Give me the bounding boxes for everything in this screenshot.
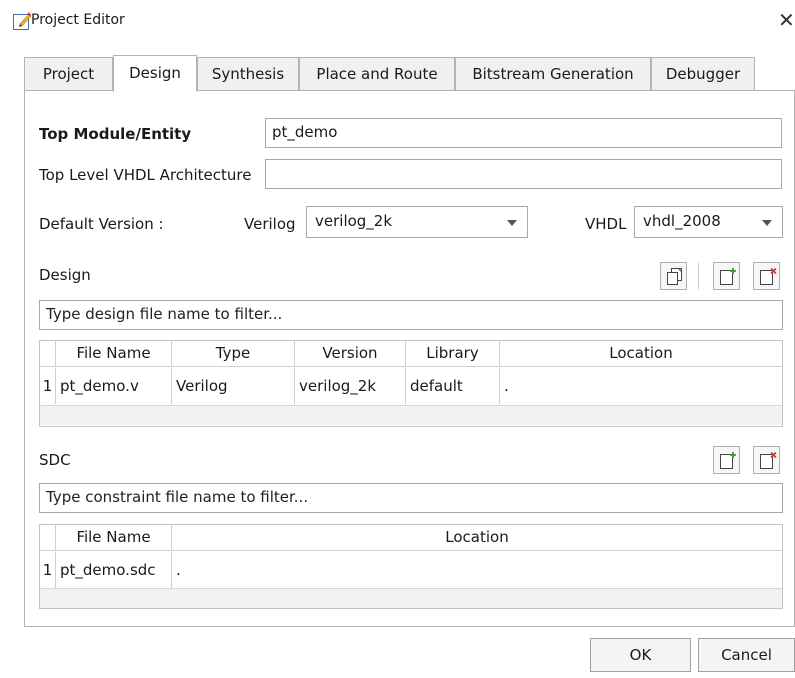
vhdl-architecture-input[interactable] [265, 159, 782, 189]
close-icon[interactable]: ✕ [778, 8, 795, 32]
title-bar: Project Editor ✕ [0, 0, 795, 42]
design-file-table: File Name Type Version Library Location … [39, 340, 783, 427]
horizontal-scrollbar[interactable] [40, 588, 782, 608]
table-header: File Name Location [40, 525, 782, 551]
row-number-header [40, 341, 56, 367]
row-number-header [40, 525, 56, 551]
project-editor-app-icon [12, 11, 32, 31]
chevron-down-icon [507, 220, 517, 226]
library-cell[interactable]: default [406, 368, 500, 404]
column-header[interactable]: Library [406, 341, 500, 367]
design-section-label: Design [39, 266, 91, 284]
column-header[interactable]: Location [500, 341, 782, 367]
version-cell[interactable]: verilog_2k [295, 368, 406, 404]
vhdl-label: VHDL [585, 215, 627, 233]
tab-place-and-route[interactable]: Place and Route [299, 57, 455, 91]
vhdl-architecture-label: Top Level VHDL Architecture [39, 166, 252, 184]
tab-project[interactable]: Project [24, 57, 113, 91]
table-row[interactable]: 1 pt_demo.sdc . [40, 552, 782, 588]
add-sdc-file-button[interactable] [713, 446, 740, 474]
verilog-label: Verilog [244, 215, 296, 233]
column-header[interactable]: Type [172, 341, 295, 367]
table-row[interactable]: 1 pt_demo.v Verilog verilog_2k default . [40, 368, 782, 404]
column-header[interactable]: Version [295, 341, 406, 367]
design-filter-input[interactable]: Type design file name to filter... [39, 300, 783, 330]
file-name-cell[interactable]: pt_demo.v [56, 368, 172, 404]
location-cell[interactable]: . [500, 368, 782, 404]
top-module-input[interactable]: pt_demo [265, 118, 782, 148]
sdc-section-label: SDC [39, 451, 71, 469]
table-header: File Name Type Version Library Location [40, 341, 782, 367]
verilog-version-select[interactable]: verilog_2k [306, 206, 528, 238]
column-header[interactable]: Location [172, 525, 782, 551]
column-header[interactable]: File Name [56, 525, 172, 551]
ok-button[interactable]: OK [590, 638, 691, 672]
row-number: 1 [40, 552, 56, 588]
horizontal-scrollbar[interactable] [40, 405, 782, 425]
type-cell[interactable]: Verilog [172, 368, 295, 404]
add-design-file-button[interactable] [713, 262, 740, 290]
remove-file-icon [760, 451, 777, 469]
sdc-filter-input[interactable]: Type constraint file name to filter... [39, 483, 783, 513]
chevron-down-icon [762, 220, 772, 226]
window-title: Project Editor [31, 12, 125, 28]
add-file-icon [720, 452, 736, 469]
copy-icon [667, 268, 683, 285]
location-cell[interactable]: . [172, 552, 782, 588]
row-number: 1 [40, 368, 56, 404]
vhdl-version-select[interactable]: vhdl_2008 [634, 206, 783, 238]
default-version-label: Default Version : [39, 215, 164, 233]
vhdl-version-value: vhdl_2008 [643, 212, 721, 230]
remove-sdc-file-button[interactable] [753, 446, 780, 474]
tab-design[interactable]: Design [113, 55, 197, 92]
tab-debugger[interactable]: Debugger [651, 57, 755, 91]
remove-file-icon [760, 267, 777, 285]
toolbar-separator [698, 263, 699, 289]
verilog-version-value: verilog_2k [315, 212, 393, 230]
column-header[interactable]: File Name [56, 341, 172, 367]
design-tab-panel: Top Module/Entity pt_demo Top Level VHDL… [24, 90, 795, 627]
tab-synthesis[interactable]: Synthesis [197, 57, 299, 91]
tab-bitstream-generation[interactable]: Bitstream Generation [455, 57, 651, 91]
top-module-label: Top Module/Entity [39, 125, 192, 143]
add-file-icon [720, 268, 736, 285]
copy-file-button[interactable] [660, 262, 687, 290]
sdc-file-table: File Name Location 1 pt_demo.sdc . [39, 524, 783, 609]
file-name-cell[interactable]: pt_demo.sdc [56, 552, 172, 588]
cancel-button[interactable]: Cancel [698, 638, 795, 672]
remove-design-file-button[interactable] [753, 262, 780, 290]
